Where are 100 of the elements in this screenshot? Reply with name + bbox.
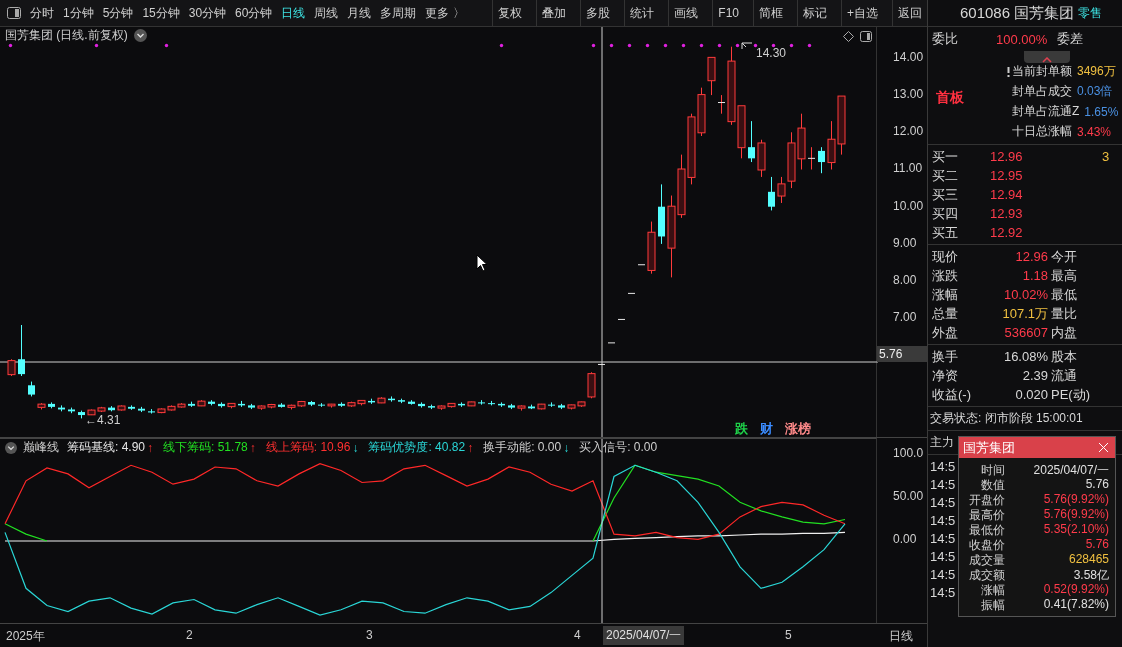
diamond-icon[interactable] bbox=[843, 31, 854, 42]
period-tab[interactable]: 周线 bbox=[314, 4, 339, 22]
board-label: 首板 bbox=[936, 89, 965, 107]
candlestick bbox=[458, 401, 465, 408]
candlestick bbox=[7, 358, 16, 377]
quote-value: 0.020 bbox=[1014, 387, 1048, 402]
dropdown-icon[interactable] bbox=[133, 29, 147, 42]
indicator-value: 买入信号: 0.00 bbox=[579, 439, 658, 456]
panel-toggle-icon[interactable] bbox=[860, 31, 872, 42]
candlestick bbox=[558, 403, 565, 410]
quote-label: 内盘 bbox=[1051, 323, 1077, 342]
candlestick bbox=[827, 120, 836, 170]
candlestick bbox=[148, 408, 155, 415]
candlestick bbox=[398, 398, 405, 404]
trend-arrow: ↑ bbox=[249, 440, 256, 455]
period-tab[interactable]: 多周期 bbox=[380, 4, 417, 22]
tooltip-label: 成交量 bbox=[968, 552, 1005, 567]
bid-price: 12.96 bbox=[990, 149, 1024, 164]
trend-arrow: ↓ bbox=[563, 440, 570, 455]
toolbar-button[interactable]: 复权 bbox=[492, 0, 528, 26]
period-tab[interactable]: 日线 bbox=[281, 4, 306, 22]
toolbar-button[interactable]: 统计 bbox=[624, 0, 660, 26]
candlestick bbox=[138, 406, 145, 413]
candlestick bbox=[548, 401, 555, 408]
quote-label: 量比 bbox=[1051, 304, 1077, 323]
toolbar-button[interactable]: 叠加 bbox=[536, 0, 572, 26]
field-label: 委差 bbox=[1057, 30, 1084, 48]
tooltip-label: 最低价 bbox=[968, 522, 1005, 537]
tooltip-value: 5.76(9.92%) bbox=[1043, 507, 1109, 522]
quote-label: 流通 bbox=[1051, 366, 1077, 385]
tooltip-label: 收盘价 bbox=[968, 537, 1005, 552]
candlestick bbox=[218, 401, 225, 409]
period-tab[interactable]: 60分钟 bbox=[235, 4, 273, 22]
toolbar-button[interactable]: 画线 bbox=[668, 0, 704, 26]
cursor-date-label: 2025/04/07/一 bbox=[603, 626, 685, 645]
price-axis-label: 12.00 bbox=[893, 124, 924, 139]
trend-arrow: ↑ bbox=[467, 440, 474, 455]
quote-value: 16.08% bbox=[1002, 349, 1048, 364]
tick-time: 14:5 bbox=[930, 513, 956, 530]
indicator-value: 线上筹码: 10.96 bbox=[265, 439, 351, 456]
price-axis-label: 9.00 bbox=[893, 235, 917, 250]
price-axis-label: 11.00 bbox=[893, 161, 923, 176]
field-label: 委比 bbox=[932, 30, 958, 48]
toolbar-button[interactable]: 简框 bbox=[753, 0, 788, 26]
quote-value: 1.18 bbox=[1021, 268, 1048, 283]
period-tab[interactable]: 分时 bbox=[30, 4, 54, 22]
tooltip-label: 最高价 bbox=[968, 507, 1005, 522]
toolbar-button[interactable]: +自选 bbox=[841, 0, 883, 26]
tick-time: 14:5 bbox=[930, 585, 956, 602]
bid-price: 12.94 bbox=[990, 187, 1024, 202]
candlestick bbox=[677, 154, 686, 219]
candlestick bbox=[647, 221, 656, 275]
candlestick bbox=[818, 146, 825, 174]
toolbar-button[interactable]: 多股 bbox=[580, 0, 616, 26]
candlestick bbox=[528, 404, 535, 410]
tooltip-value: 5.76 bbox=[1085, 477, 1109, 492]
period-tab[interactable]: 1分钟 bbox=[63, 4, 94, 22]
time-axis-label: 3 bbox=[366, 628, 373, 642]
price-axis-label: 10.00 bbox=[893, 198, 924, 213]
candlestick bbox=[58, 404, 65, 412]
candlestick bbox=[248, 403, 255, 410]
candlestick bbox=[197, 399, 206, 407]
bid-label: 买一 bbox=[931, 147, 959, 166]
period-tab[interactable]: 更多 〉 bbox=[425, 4, 465, 22]
indicator-axis-label: 0.00 bbox=[893, 532, 917, 546]
candlestick bbox=[388, 395, 395, 403]
leader-arrow-icon bbox=[741, 42, 753, 50]
period-tab[interactable]: 5分钟 bbox=[102, 4, 134, 22]
period-tab[interactable]: 15分钟 bbox=[142, 4, 180, 22]
toolbar-button[interactable]: F10 bbox=[712, 0, 744, 26]
stat-value: 1.65% bbox=[1084, 104, 1119, 119]
candlestick bbox=[318, 402, 325, 408]
candlestick bbox=[418, 401, 425, 409]
candlestick bbox=[227, 402, 236, 409]
candlestick bbox=[748, 120, 755, 163]
toolbar-button[interactable]: 返回 bbox=[892, 0, 927, 26]
candlestick bbox=[78, 410, 85, 419]
candlestick bbox=[628, 292, 635, 294]
low-price-label: ←4.31 bbox=[85, 413, 121, 427]
quote-label: PE(动) bbox=[1051, 385, 1090, 404]
close-icon[interactable] bbox=[1098, 442, 1109, 453]
bid-volume: 3 bbox=[1102, 149, 1110, 164]
high-price-label: 14.30 bbox=[756, 46, 787, 60]
candlestick bbox=[68, 407, 75, 414]
candlestick bbox=[757, 139, 766, 178]
bid-price: 12.95 bbox=[990, 168, 1024, 183]
candlestick bbox=[428, 404, 435, 410]
tooltip-label: 涨幅 bbox=[980, 582, 1005, 597]
tooltip-label: 振幅 bbox=[980, 597, 1005, 612]
sidebar-toggle-icon[interactable] bbox=[7, 7, 21, 19]
time-axis-label: 2025年 bbox=[6, 628, 45, 645]
candlestick bbox=[327, 403, 336, 409]
toolbar-button[interactable]: 标记 bbox=[797, 0, 832, 26]
dropdown-icon[interactable] bbox=[5, 441, 17, 454]
period-tab[interactable]: 30分钟 bbox=[188, 4, 227, 22]
period-tab[interactable]: 月线 bbox=[347, 4, 372, 22]
candlestick bbox=[587, 371, 596, 399]
industry-tag[interactable]: 零售 bbox=[1078, 4, 1103, 22]
indicator-axis-label: 100.0 bbox=[893, 446, 924, 460]
candlestick bbox=[188, 401, 195, 408]
